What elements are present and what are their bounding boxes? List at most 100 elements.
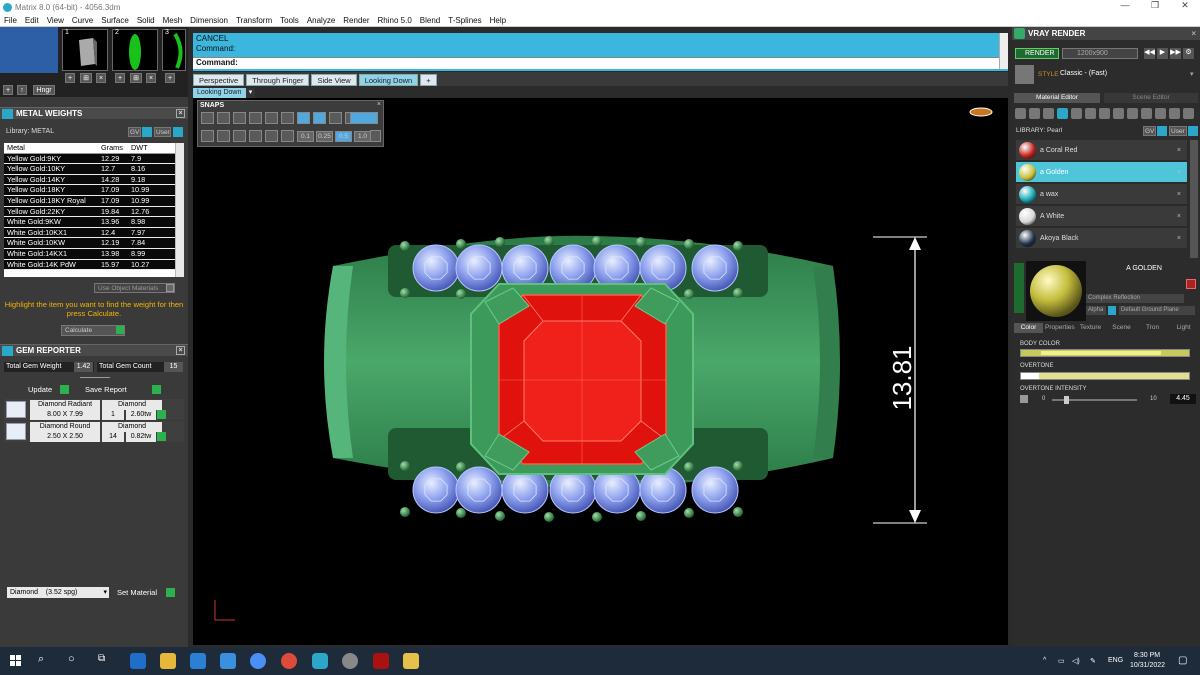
task-view-icon[interactable]: ⧉	[98, 653, 105, 664]
subtab-properties[interactable]: Properties	[1045, 323, 1075, 333]
thumb3-add-icon[interactable]: +	[165, 73, 175, 83]
save-report-go-icon[interactable]	[152, 385, 161, 394]
mail-icon[interactable]	[220, 653, 236, 669]
snap-value-button[interactable]: 0.5	[335, 131, 352, 142]
search-icon[interactable]: ⌕	[38, 653, 44, 666]
viewport-looking-down[interactable]: 13.81	[193, 98, 1008, 645]
thumb2-add-icon[interactable]: +	[115, 73, 125, 83]
up-button[interactable]: ↑	[17, 85, 27, 95]
remove-material-icon[interactable]: ×	[1177, 184, 1181, 205]
snap-tool-icon[interactable]	[201, 130, 214, 142]
overtone-slider[interactable]	[1020, 372, 1190, 380]
menu-help[interactable]: Help	[486, 16, 510, 25]
remove-material-icon[interactable]: ×	[1177, 228, 1181, 249]
menu-file[interactable]: File	[0, 16, 21, 25]
material-item[interactable]: a Golden ×	[1016, 162, 1187, 183]
tab-material-editor[interactable]: Material Editor	[1014, 93, 1100, 103]
snap-tool-icon[interactable]	[249, 130, 262, 142]
material-tool-icon[interactable]	[1155, 108, 1166, 119]
remove-material-icon[interactable]: ×	[1177, 140, 1181, 161]
subtab-color[interactable]: Color	[1014, 323, 1043, 333]
snaps-close-icon[interactable]: ×	[377, 101, 381, 108]
metal-user-button[interactable]: User	[154, 127, 171, 137]
layer-panel[interactable]	[0, 27, 58, 73]
save-report-button[interactable]: Save Report	[85, 385, 127, 394]
thumb2-close-icon[interactable]: ×	[146, 73, 156, 83]
material-user-button[interactable]: User	[1169, 126, 1187, 136]
material-tool-icon[interactable]	[1043, 108, 1054, 119]
command-input[interactable]: Command:	[193, 57, 999, 69]
add-view-tab-button[interactable]: +	[420, 74, 437, 86]
material-item[interactable]: a Coral Red ×	[1016, 140, 1187, 161]
app-icon-red[interactable]	[373, 653, 389, 669]
snap-toggle-icon[interactable]	[313, 112, 326, 124]
alpha-toggle[interactable]	[1108, 306, 1116, 315]
material-gv-button[interactable]: GV	[1143, 126, 1156, 136]
menu-transform[interactable]: Transform	[232, 16, 276, 25]
material-tool-icon[interactable]	[1113, 108, 1124, 119]
gem-splitter[interactable]	[80, 374, 110, 382]
menu-edit[interactable]: Edit	[21, 16, 43, 25]
menu-dimension[interactable]: Dimension	[186, 16, 232, 25]
material-user-toggle[interactable]	[1188, 126, 1198, 136]
file-explorer-icon[interactable]	[160, 653, 176, 669]
metal-user-toggle[interactable]	[173, 127, 183, 137]
menu-t-splines[interactable]: T-Splines	[444, 16, 485, 25]
add-button[interactable]: +	[3, 85, 13, 95]
zoom-icon[interactable]	[250, 653, 266, 669]
reflection-select[interactable]: Complex Reflection	[1086, 294, 1184, 303]
thumbnail-2[interactable]: 2	[112, 29, 158, 71]
thumbnail-1[interactable]: 1	[62, 29, 108, 71]
rewind-icon[interactable]: ◀◀	[1144, 48, 1155, 59]
snap-toggle-icon[interactable]	[201, 112, 214, 124]
snap-toggle-icon[interactable]	[249, 112, 262, 124]
snap-tool-icon[interactable]	[281, 130, 294, 142]
material-tool-icon[interactable]	[1099, 108, 1110, 119]
material-tool-icon[interactable]	[1127, 108, 1138, 119]
close-gem-reporter-icon[interactable]: ×	[176, 346, 185, 355]
table-row[interactable]: Yellow Gold:9KY 12.29 7.9	[4, 153, 184, 165]
material-tool-icon[interactable]	[1071, 108, 1082, 119]
table-row[interactable]: White Gold:9KW 13.96 8.98	[4, 217, 184, 228]
update-button[interactable]: Update	[28, 385, 52, 394]
snap-toggle-icon[interactable]	[217, 112, 230, 124]
menu-rhino-5-0[interactable]: Rhino 5.0	[374, 16, 416, 25]
material-select[interactable]: Diamond (3.52 spg) ▾	[7, 587, 109, 598]
clock-time[interactable]: 8:30 PM	[1134, 652, 1160, 659]
intensity-slider-track[interactable]	[1052, 396, 1137, 404]
subtab-light[interactable]: Light	[1169, 323, 1198, 333]
thumb-close-icon[interactable]: ×	[96, 73, 106, 83]
menu-render[interactable]: Render	[339, 16, 373, 25]
tab-looking-down[interactable]: Looking Down	[358, 74, 419, 86]
material-tool-icon[interactable]	[1057, 108, 1068, 119]
tab-through-finger[interactable]: Through Finger	[246, 74, 310, 86]
table-row[interactable]: White Gold:14K PdW 15.97 10.27	[4, 259, 184, 271]
table-row[interactable]: Yellow Gold:18KY Royal 17.09 10.99	[4, 195, 184, 207]
material-list-scrollbar[interactable]	[1190, 140, 1198, 258]
viewport-label[interactable]: Looking Down ▾	[193, 88, 255, 98]
subtab-texture[interactable]: Texture	[1076, 323, 1105, 333]
table-row[interactable]: White Gold:10KX1 12.4 7.97	[4, 227, 184, 239]
thumb-add-icon[interactable]: +	[65, 73, 75, 83]
hinge-button[interactable]: Hngr	[33, 85, 55, 95]
menu-mesh[interactable]: Mesh	[159, 16, 187, 25]
alpha-field[interactable]: Alpha	[1086, 306, 1106, 315]
menu-tools[interactable]: Tools	[276, 16, 303, 25]
notification-icon[interactable]: ▢	[1178, 655, 1187, 666]
snap-add-icon[interactable]	[370, 130, 381, 142]
gem-go-icon[interactable]	[157, 432, 166, 441]
remove-material-icon[interactable]: ×	[1177, 206, 1181, 227]
subtab-tron[interactable]: Tron	[1138, 323, 1167, 333]
menu-view[interactable]: View	[43, 16, 68, 25]
tab-scene-editor[interactable]: Scene Editor	[1104, 93, 1198, 103]
metal-table-scrollbar[interactable]	[175, 143, 184, 277]
menu-solid[interactable]: Solid	[133, 16, 159, 25]
snap-toggle-icon[interactable]	[329, 112, 342, 124]
thumbnail-3[interactable]: 3	[162, 29, 186, 71]
snap-toggle-icon[interactable]	[281, 112, 294, 124]
app-icon-yellow[interactable]	[403, 653, 419, 669]
snap-tool-icon[interactable]	[217, 130, 230, 142]
material-item[interactable]: A White ×	[1016, 206, 1187, 227]
thumb-save-icon[interactable]: ⊞	[80, 73, 92, 83]
material-tool-icon[interactable]	[1169, 108, 1180, 119]
